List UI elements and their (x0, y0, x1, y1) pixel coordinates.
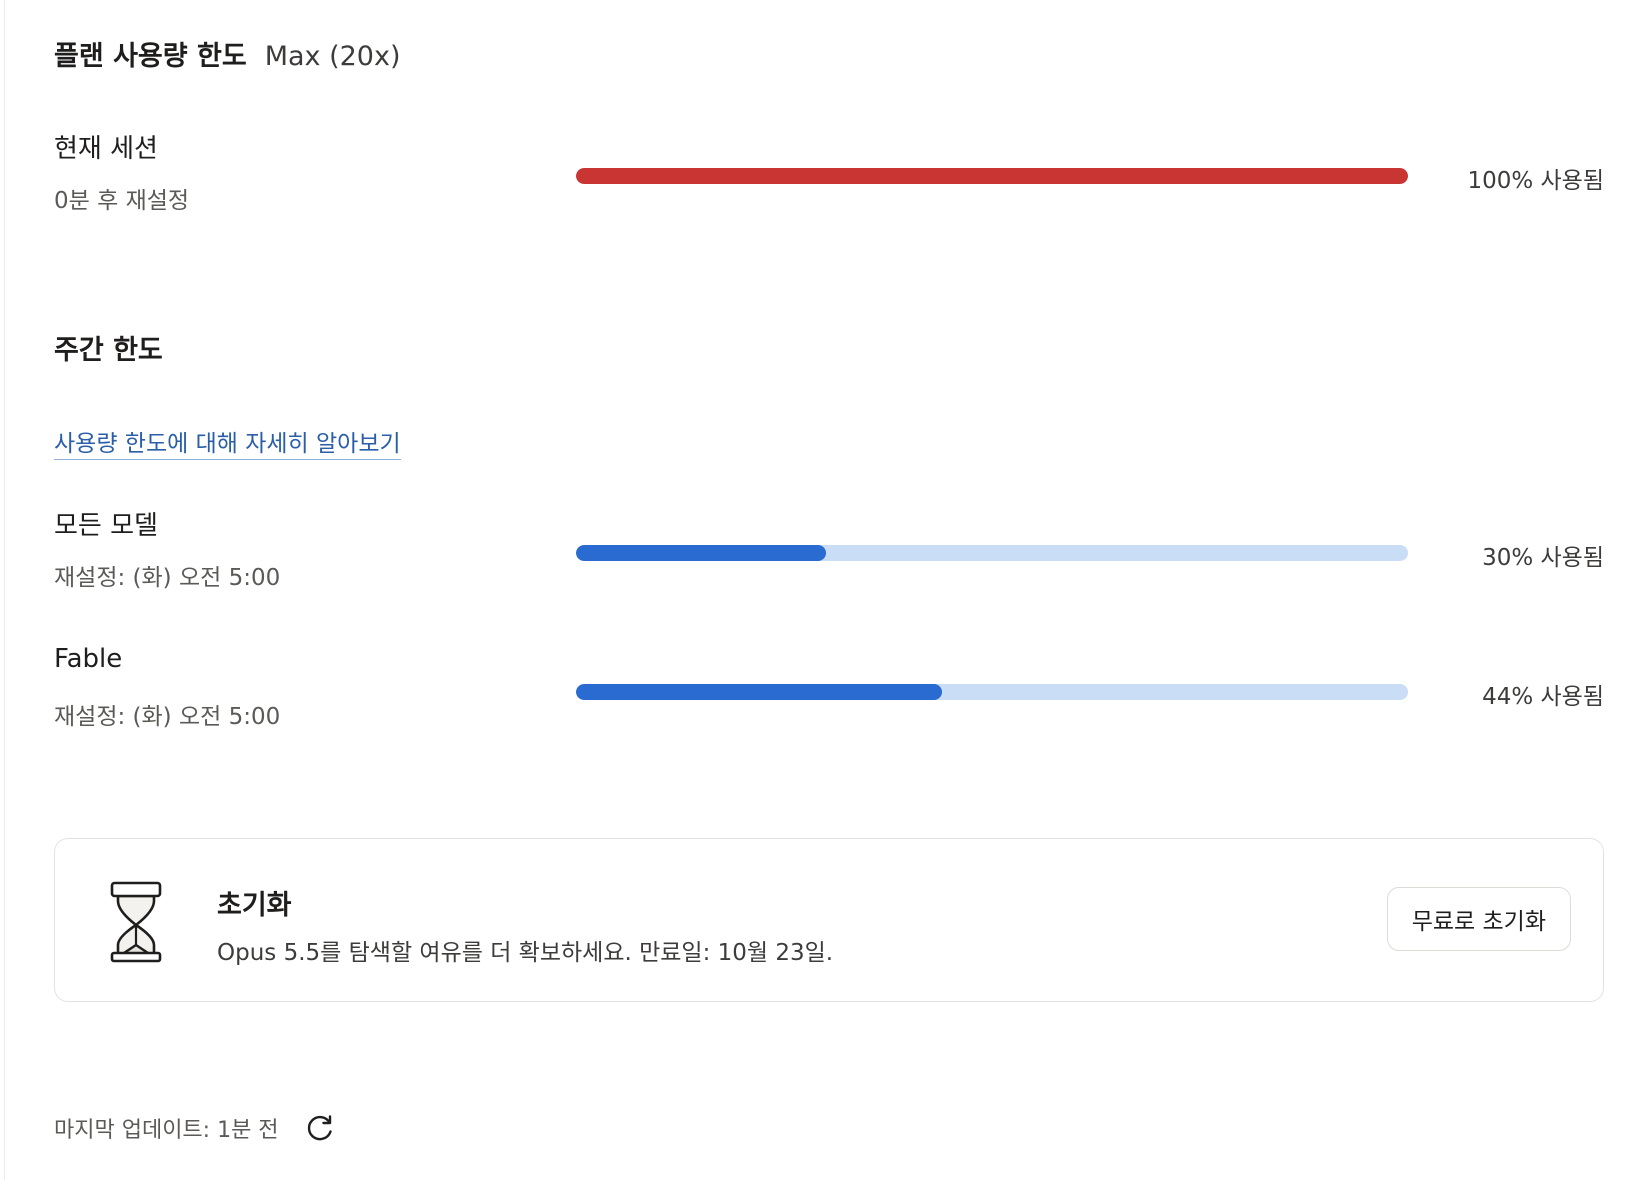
reset-card-title: 초기화 (217, 890, 292, 921)
fable-progress-fill (576, 684, 943, 700)
current-session-label: 현재 세션 (54, 134, 158, 164)
last-updated-text: 마지막 업데이트: 1분 전 (54, 1118, 279, 1143)
weekly-row-reset: 재설정: (화) 오전 5:00 (54, 565, 281, 591)
header: 플랜 사용량 한도 Max (20x) (54, 34, 401, 73)
current-session-row: 현재 세션 0분 후 재설정 100% 사용됨 (54, 128, 1604, 238)
refresh-icon[interactable] (305, 1113, 335, 1143)
weekly-row-fable: Fable 재설정: (화) 오전 5:00 44% 사용됨 (54, 644, 1604, 754)
footer: 마지막 업데이트: 1분 전 (54, 1112, 335, 1144)
weekly-row-all-models: 모든 모델 재설정: (화) 오전 5:00 30% 사용됨 (54, 505, 1604, 615)
learn-more-link[interactable]: 사용량 한도에 대해 자세히 알아보기 (54, 424, 401, 460)
page-title: 플랜 사용량 한도 (54, 41, 247, 72)
weekly-limits-heading: 주간 한도 (54, 335, 163, 366)
left-divider (4, 0, 5, 1180)
current-session-percent: 100% 사용됨 (1467, 168, 1604, 194)
plan-name: Max (20x) (264, 41, 401, 72)
current-session-progress-fill (576, 168, 1408, 184)
fable-percent: 44% 사용됨 (1482, 684, 1604, 710)
fable-progress-track (576, 684, 1408, 700)
weekly-row-label: 모든 모델 (54, 511, 158, 541)
hourglass-icon (110, 881, 162, 963)
weekly-row-label: Fable (54, 644, 123, 674)
all-models-percent: 30% 사용됨 (1482, 545, 1604, 571)
usage-limits-page: 플랜 사용량 한도 Max (20x) 현재 세션 0분 후 재설정 100% … (0, 0, 1630, 1180)
all-models-progress-fill (576, 545, 826, 561)
current-session-progress-track (576, 168, 1408, 184)
weekly-row-reset: 재설정: (화) 오전 5:00 (54, 704, 281, 730)
free-reset-button[interactable]: 무료로 초기화 (1386, 887, 1571, 951)
reset-card-description: Opus 5.5를 탐색할 여유를 더 확보하세요. 만료일: 10월 23일. (217, 940, 834, 966)
reset-card: 초기화 Opus 5.5를 탐색할 여유를 더 확보하세요. 만료일: 10월 … (54, 838, 1604, 1002)
all-models-progress-track (576, 545, 1408, 561)
current-session-reset: 0분 후 재설정 (54, 188, 190, 214)
